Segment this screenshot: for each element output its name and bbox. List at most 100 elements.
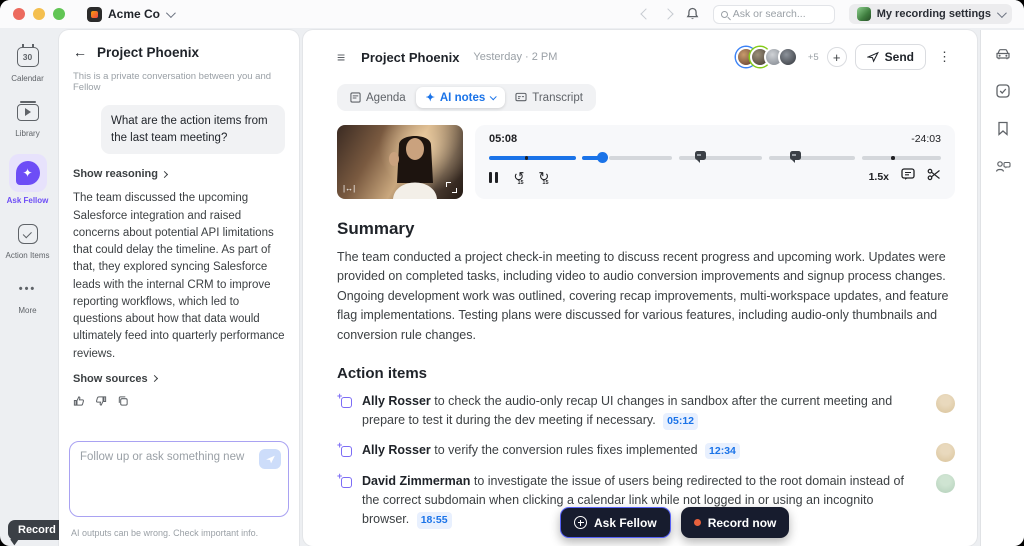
nav-forward-button[interactable] bbox=[662, 8, 673, 19]
timestamp-badge[interactable]: 18:55 bbox=[417, 512, 452, 528]
add-action-item-icon[interactable]: + bbox=[337, 442, 352, 457]
menu-icon[interactable]: ≡ bbox=[337, 49, 345, 65]
pause-button[interactable] bbox=[489, 172, 498, 183]
action-item-row: + Ally Rosser to check the audio-only re… bbox=[337, 392, 955, 431]
back-arrow-icon[interactable]: ← bbox=[73, 44, 87, 60]
video-thumbnail[interactable]: |↔| bbox=[337, 125, 463, 199]
speaker-image bbox=[385, 131, 445, 199]
seek-handle[interactable] bbox=[597, 152, 608, 163]
minimize-window-button[interactable] bbox=[33, 8, 45, 20]
chat-title: Project Phoenix bbox=[97, 45, 199, 60]
elapsed-time: 05:08 bbox=[489, 133, 517, 145]
participant-avatars[interactable] bbox=[736, 47, 798, 67]
agenda-icon bbox=[350, 92, 361, 103]
user-message-bubble: What are the action items from the last … bbox=[101, 105, 285, 154]
calendar-icon: 30 bbox=[17, 47, 39, 67]
app-window: Acme Co Ask or search... My recording se… bbox=[0, 0, 1024, 546]
summary-body: The team conducted a project check-in me… bbox=[337, 248, 955, 345]
comment-marker-icon[interactable] bbox=[695, 151, 706, 160]
avatar bbox=[778, 47, 798, 67]
avatar-overflow-count: +5 bbox=[808, 52, 819, 63]
tab-transcript[interactable]: Transcript bbox=[505, 88, 593, 108]
chevron-right-icon bbox=[151, 375, 158, 382]
ai-disclaimer: AI outputs can be wrong. Check important… bbox=[71, 528, 258, 538]
right-tool-rail bbox=[981, 30, 1024, 546]
contact-chat-icon[interactable] bbox=[995, 159, 1011, 178]
sidebar-item-ask-fellow[interactable]: ✦ Ask Fellow bbox=[0, 154, 55, 205]
sidebar-item-more[interactable]: ••• More bbox=[0, 276, 55, 315]
library-icon bbox=[17, 104, 39, 121]
chat-followup-input[interactable] bbox=[69, 441, 289, 517]
assignee-name: Ally Rosser bbox=[362, 394, 431, 408]
search-input[interactable]: Ask or search... bbox=[713, 5, 835, 24]
recording-settings-dropdown[interactable]: My recording settings bbox=[849, 4, 1012, 24]
checkbox-icon bbox=[18, 224, 38, 244]
assignee-avatar bbox=[936, 443, 955, 462]
add-action-item-icon[interactable]: + bbox=[337, 393, 352, 408]
chapter-dot bbox=[891, 156, 895, 160]
ask-plus-icon bbox=[574, 516, 587, 529]
bookmark-icon[interactable] bbox=[997, 121, 1009, 141]
comment-marker-icon[interactable] bbox=[790, 151, 801, 160]
forward-15-button[interactable]: ↻15 bbox=[538, 171, 549, 183]
action-items-heading: Action items bbox=[337, 365, 955, 382]
nav-back-button[interactable] bbox=[640, 8, 651, 19]
meeting-date: Yesterday · 2 PM bbox=[473, 51, 557, 63]
expand-width-icon[interactable]: |↔| bbox=[343, 184, 355, 193]
sidebar-item-library[interactable]: Library bbox=[0, 99, 55, 138]
playback-speed-button[interactable]: 1.5x bbox=[869, 171, 889, 183]
user-avatar bbox=[857, 7, 871, 21]
seek-slider[interactable] bbox=[489, 151, 941, 163]
close-window-button[interactable] bbox=[13, 8, 25, 20]
chat-send-button[interactable] bbox=[259, 449, 281, 469]
zoom-window-button[interactable] bbox=[53, 8, 65, 20]
timestamp-badge[interactable]: 12:34 bbox=[705, 443, 740, 459]
audio-player: 05:08 -24:03 bbox=[475, 125, 955, 199]
meeting-bot-icon[interactable] bbox=[995, 48, 1011, 66]
paper-plane-icon bbox=[867, 51, 879, 63]
floating-actions: Ask Fellow Record now bbox=[560, 507, 789, 538]
ask-fellow-floating-button[interactable]: Ask Fellow bbox=[560, 507, 671, 538]
chevron-down-icon bbox=[490, 93, 497, 100]
clip-scissors-icon[interactable] bbox=[927, 168, 941, 186]
remaining-time: -24:03 bbox=[911, 133, 941, 145]
record-dot-icon bbox=[694, 519, 701, 526]
transcript-icon bbox=[515, 92, 527, 103]
workspace-switcher[interactable]: Acme Co bbox=[87, 7, 173, 22]
chevron-down-icon bbox=[166, 8, 176, 18]
record-button[interactable]: Record bbox=[8, 520, 66, 540]
add-participant-button[interactable]: + bbox=[827, 47, 847, 67]
summary-heading: Summary bbox=[337, 219, 955, 239]
left-navigation-rail: 30 Calendar Library ✦ Ask Fellow Action … bbox=[0, 28, 55, 546]
tab-ai-notes[interactable]: ✦ AI notes bbox=[416, 87, 506, 108]
send-notes-button[interactable]: Send bbox=[855, 44, 926, 70]
record-now-floating-button[interactable]: Record now bbox=[681, 507, 790, 538]
sidebar-item-calendar[interactable]: 30 Calendar bbox=[0, 44, 55, 83]
chevron-right-icon bbox=[161, 171, 168, 178]
thumbs-up-icon[interactable] bbox=[73, 395, 85, 407]
assignee-avatar bbox=[936, 394, 955, 413]
show-reasoning-link[interactable]: Show reasoning bbox=[73, 168, 285, 180]
sparkle-icon: ✦ bbox=[426, 91, 435, 104]
fullscreen-icon[interactable] bbox=[446, 182, 457, 193]
privacy-note: This is a private conversation between y… bbox=[73, 71, 285, 93]
assignee-name: David Zimmerman bbox=[362, 474, 470, 488]
titlebar: Acme Co Ask or search... My recording se… bbox=[0, 0, 1024, 28]
timestamp-badge[interactable]: 05:12 bbox=[663, 413, 698, 429]
rewind-15-button[interactable]: ↺15 bbox=[514, 171, 525, 183]
more-options-icon[interactable]: ⋮ bbox=[934, 49, 955, 65]
meeting-notes-panel: ≡ Project Phoenix Yesterday · 2 PM +5 + … bbox=[303, 30, 977, 546]
tab-agenda[interactable]: Agenda bbox=[340, 88, 416, 108]
copy-icon[interactable] bbox=[117, 395, 129, 407]
sidebar-item-action-items[interactable]: Action Items bbox=[0, 221, 55, 260]
tasks-checkbox-icon[interactable] bbox=[996, 84, 1010, 103]
thumbs-down-icon[interactable] bbox=[95, 395, 107, 407]
notifications-bell-icon[interactable] bbox=[686, 7, 699, 21]
add-action-item-icon[interactable]: + bbox=[337, 473, 352, 488]
workspace-name: Acme Co bbox=[108, 7, 160, 21]
comment-icon[interactable] bbox=[901, 168, 915, 186]
meeting-title: Project Phoenix bbox=[361, 50, 459, 65]
chapter-dot bbox=[525, 156, 529, 160]
window-controls[interactable] bbox=[13, 8, 65, 20]
show-sources-link[interactable]: Show sources bbox=[73, 373, 285, 385]
